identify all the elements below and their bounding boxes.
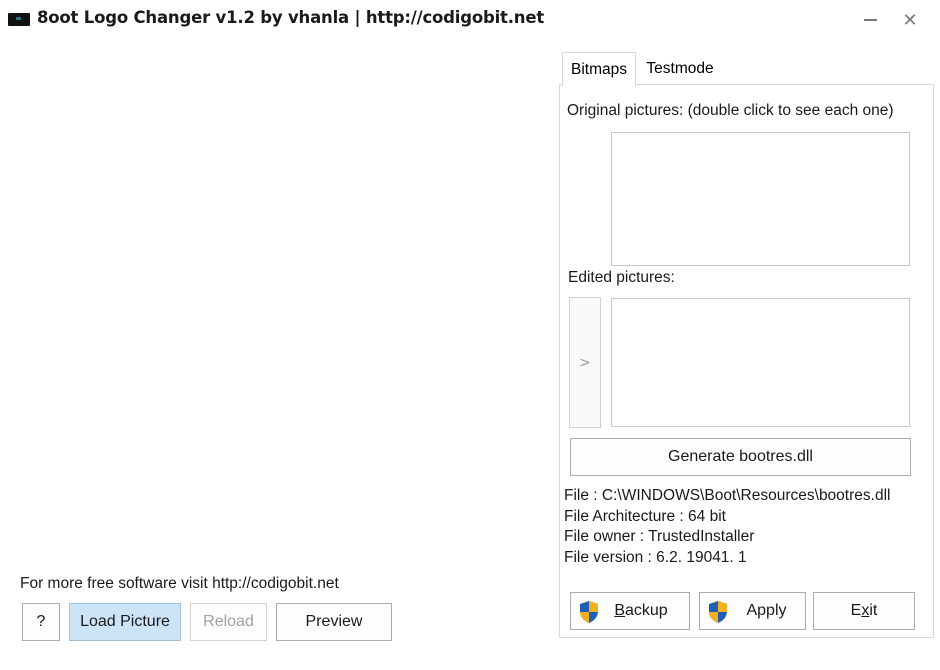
exit-label: Exit	[850, 602, 878, 619]
file-path: File : C:\WINDOWS\Boot\Resources\bootres…	[564, 487, 891, 504]
apply-button[interactable]: Apply	[699, 592, 806, 630]
reload-button[interactable]: Reload	[190, 603, 267, 641]
uac-shield-icon	[580, 601, 598, 623]
file-info: File : C:\WINDOWS\Boot\Resources\bootres…	[564, 486, 890, 568]
window-title: 8oot Logo Changer v1.2 by vhanla | http:…	[37, 8, 545, 27]
tab-testmode[interactable]: Testmode	[637, 55, 723, 83]
file-architecture: File Architecture : 64 bit	[564, 507, 726, 525]
preview-canvas[interactable]	[0, 44, 550, 564]
chevron-right-icon: >	[579, 354, 591, 371]
backup-label: Backup	[614, 602, 668, 619]
exit-button[interactable]: Exit	[813, 592, 915, 630]
tab-bitmaps[interactable]: Bitmaps	[562, 52, 636, 86]
backup-button[interactable]: Backup	[570, 592, 690, 630]
generate-bootres-button[interactable]: Generate bootres.dll	[570, 438, 911, 476]
close-icon: ✕	[902, 9, 918, 31]
move-to-edited-button[interactable]: >	[569, 297, 601, 428]
original-pictures-list[interactable]	[611, 132, 910, 266]
edited-pictures-list[interactable]	[611, 298, 910, 427]
promo-text[interactable]: For more free software visit http://codi…	[20, 575, 339, 593]
file-version: File version : 6.2. 19041. 1	[564, 548, 747, 566]
help-button[interactable]: ?	[22, 603, 60, 641]
original-pictures-label: Original pictures: (double click to see …	[567, 102, 894, 119]
file-owner: File owner : TrustedInstaller	[564, 528, 755, 545]
edited-pictures-label: Edited pictures:	[568, 269, 675, 286]
app-icon	[8, 13, 30, 26]
minimize-button[interactable]	[852, 6, 888, 34]
close-button[interactable]: ✕	[892, 6, 928, 34]
apply-label: Apply	[746, 602, 787, 619]
preview-button[interactable]: Preview	[276, 603, 392, 641]
load-picture-button[interactable]: Load Picture	[69, 603, 181, 641]
uac-shield-icon	[709, 601, 727, 623]
minimize-icon	[863, 19, 877, 21]
